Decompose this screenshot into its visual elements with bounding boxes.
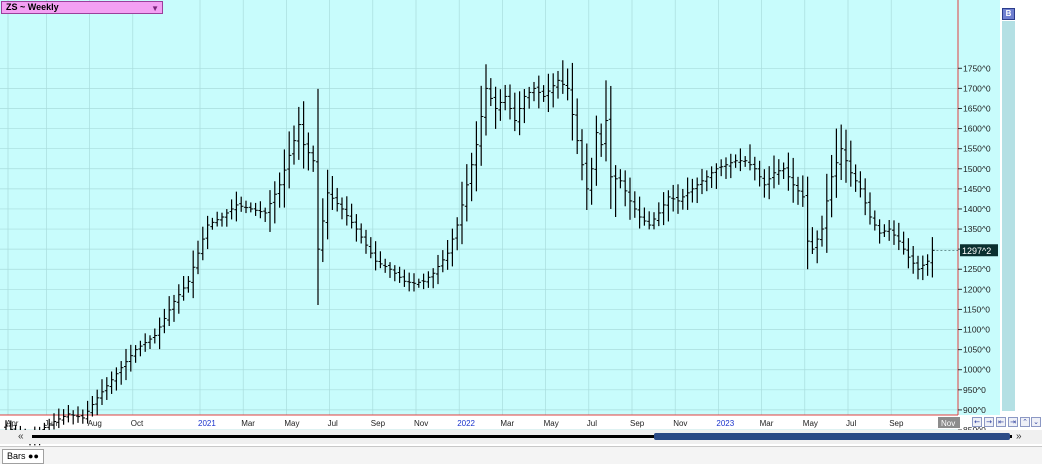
x-tick-label: Sep <box>889 419 904 428</box>
y-tick-label: 950^0 <box>963 385 986 395</box>
x-tick-label: 2022 <box>457 419 475 428</box>
scroll-left-icon[interactable]: « <box>18 430 24 443</box>
x-tick-label: Jul <box>846 419 856 428</box>
x-tick-label: 2023 <box>716 419 734 428</box>
x-tick-label: Jul <box>587 419 597 428</box>
y-tick-label: 1100^0 <box>963 325 990 335</box>
y-tick-label: 1600^0 <box>963 124 991 134</box>
bars-tab-dots-icon: ●● <box>28 451 39 461</box>
x-tick-label: Mar <box>500 419 514 428</box>
collapse-icon[interactable]: ⌄ <box>1031 417 1041 427</box>
scroll-end-icon[interactable]: ⇥ <box>1008 417 1018 427</box>
x-tick-label: May <box>803 419 818 428</box>
x-tick-label: Mar <box>760 419 774 428</box>
right-side-panel <box>1002 21 1015 411</box>
expand-up-icon[interactable]: ⌃ <box>1020 417 1030 427</box>
y-tick-label: 1500^0 <box>963 164 991 174</box>
x-tick-label: May <box>544 419 559 428</box>
y-tick-label: 1700^0 <box>963 83 991 93</box>
bars-tab-label: Bars <box>7 451 26 461</box>
x-tick-label: Sep <box>371 419 386 428</box>
last-price-marker: 1297^2 <box>960 244 998 257</box>
x-tick-label: Nov <box>414 419 428 428</box>
x-tick-label: Nov <box>673 419 687 428</box>
x-tick-label: May <box>284 419 299 428</box>
y-tick-label: 1050^0 <box>963 345 991 355</box>
x-tick-label: Oct <box>131 419 144 428</box>
x-tick-label: 2021 <box>198 419 216 428</box>
chevron-down-icon[interactable]: ▼ <box>151 3 159 14</box>
bars-tab[interactable]: Bars ●● <box>2 449 44 464</box>
y-tick-label: 1550^0 <box>963 144 991 154</box>
x-tick-label: Apr <box>6 419 19 428</box>
x-tick-label: Aug <box>88 419 102 428</box>
y-tick-label: 1200^0 <box>963 284 991 294</box>
last-price-text: 1297^2 <box>962 246 991 256</box>
y-tick-label: 900^0 <box>963 405 986 415</box>
timeline-scroller[interactable]: « » <box>0 430 1042 444</box>
status-bar: Bars ●● <box>0 446 1042 464</box>
symbol-selector[interactable]: ZS ~ Weekly ▼ <box>1 1 163 14</box>
symbol-label: ZS ~ Weekly <box>6 2 59 12</box>
scroll-start-icon[interactable]: ⇤ <box>996 417 1006 427</box>
badge-b-icon[interactable]: B <box>1002 8 1015 20</box>
y-tick-label: 1650^0 <box>963 103 991 113</box>
time-axis-ticks: Apr Jun Aug Oct 2021 Mar May Jul Sep Nov 2022 Mar Ma… <box>6 419 904 428</box>
x-tick-label: Sep <box>630 419 645 428</box>
y-tick-label: 1000^0 <box>963 365 991 375</box>
plot-background <box>0 0 958 415</box>
zoom-out-icon[interactable]: ← <box>972 417 982 427</box>
y-tick-label: 1450^0 <box>963 184 991 194</box>
zoom-in-icon[interactable]: → <box>984 417 994 427</box>
current-week-label: Nov <box>941 419 955 428</box>
y-tick-label: 1400^0 <box>963 204 991 214</box>
y-tick-label: 1750^0 <box>963 63 991 73</box>
y-tick-label: 1150^0 <box>963 304 990 314</box>
scroll-thumb[interactable] <box>654 433 1010 440</box>
price-chart[interactable]: 850^0900^0950^01000^01050^01100^01150^01… <box>0 0 1042 446</box>
scroll-right-icon[interactable]: » <box>1016 430 1022 443</box>
y-tick-label: 1250^0 <box>963 264 991 274</box>
x-tick-label: Jul <box>328 419 338 428</box>
y-tick-label: 1350^0 <box>963 224 991 234</box>
x-tick-label: Mar <box>241 419 255 428</box>
